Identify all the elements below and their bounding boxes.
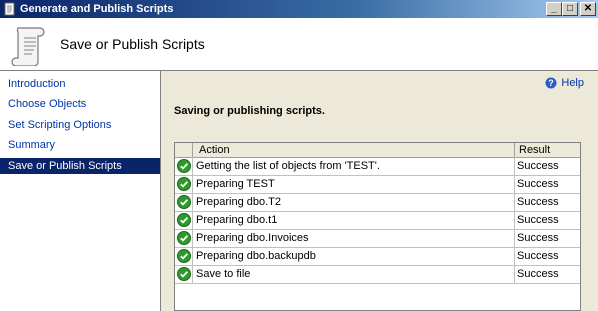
page-title: Save or Publish Scripts	[60, 36, 205, 52]
minimize-button[interactable]: _	[546, 2, 562, 16]
section-title: Saving or publishing scripts.	[174, 105, 325, 117]
result-cell: Success	[517, 214, 559, 226]
table-row[interactable]: Save to file Success	[175, 265, 580, 284]
help-icon: ?	[545, 77, 557, 89]
window-title: Generate and Publish Scripts	[20, 3, 174, 15]
grid-header: Action Result	[175, 143, 580, 158]
result-cell: Success	[517, 232, 559, 244]
title-bar[interactable]: Generate and Publish Scripts _ □ ✕	[0, 0, 598, 18]
help-link[interactable]: ? Help	[545, 77, 584, 89]
wizard-nav: Introduction Choose Objects Set Scriptin…	[0, 71, 161, 311]
table-row[interactable]: Getting the list of objects from 'TEST'.…	[175, 157, 580, 176]
svg-text:?: ?	[549, 78, 555, 88]
nav-item-set-scripting-options[interactable]: Set Scripting Options	[0, 117, 160, 133]
scroll-icon	[4, 2, 15, 16]
main-panel: ? Help Saving or publishing scripts. Act…	[161, 71, 598, 311]
wizard-header: Save or Publish Scripts	[0, 18, 598, 71]
results-grid: Action Result Getting the list of object…	[174, 142, 581, 311]
status-column-header	[175, 143, 193, 157]
action-cell: Save to file	[193, 265, 515, 283]
result-cell: Success	[517, 178, 559, 190]
result-cell: Success	[517, 250, 559, 262]
action-cell: Preparing dbo.backupdb	[193, 247, 515, 265]
success-check-icon	[176, 231, 191, 245]
action-column-header[interactable]: Action	[193, 143, 515, 157]
action-cell: Preparing dbo.Invoices	[193, 229, 515, 247]
success-check-icon	[176, 213, 191, 227]
table-row[interactable]: Preparing TEST Success	[175, 175, 580, 194]
nav-item-choose-objects[interactable]: Choose Objects	[0, 96, 160, 112]
script-scroll-icon	[11, 27, 45, 66]
success-check-icon	[176, 177, 191, 191]
success-check-icon	[176, 195, 191, 209]
window-controls: _ □ ✕	[546, 2, 596, 16]
nav-item-summary[interactable]: Summary	[0, 137, 160, 153]
close-button[interactable]: ✕	[580, 2, 596, 16]
help-label: Help	[561, 77, 584, 89]
result-cell: Success	[517, 160, 559, 172]
result-cell: Success	[517, 268, 559, 280]
result-column-header[interactable]: Result	[515, 143, 580, 157]
table-row[interactable]: Preparing dbo.Invoices Success	[175, 229, 580, 248]
success-check-icon	[176, 159, 191, 173]
maximize-button[interactable]: □	[562, 2, 578, 16]
result-cell: Success	[517, 196, 559, 208]
action-cell: Preparing TEST	[193, 175, 515, 193]
action-cell: Preparing dbo.T2	[193, 193, 515, 211]
nav-item-save-or-publish-scripts[interactable]: Save or Publish Scripts	[0, 158, 160, 174]
success-check-icon	[176, 267, 191, 281]
table-row[interactable]: Preparing dbo.backupdb Success	[175, 247, 580, 266]
action-cell: Getting the list of objects from 'TEST'.	[193, 157, 515, 175]
table-row[interactable]: Preparing dbo.T2 Success	[175, 193, 580, 212]
nav-item-introduction[interactable]: Introduction	[0, 76, 160, 92]
action-cell: Preparing dbo.t1	[193, 211, 515, 229]
wizard-window: Generate and Publish Scripts _ □ ✕ Save …	[0, 0, 598, 311]
success-check-icon	[176, 249, 191, 263]
table-row[interactable]: Preparing dbo.t1 Success	[175, 211, 580, 230]
